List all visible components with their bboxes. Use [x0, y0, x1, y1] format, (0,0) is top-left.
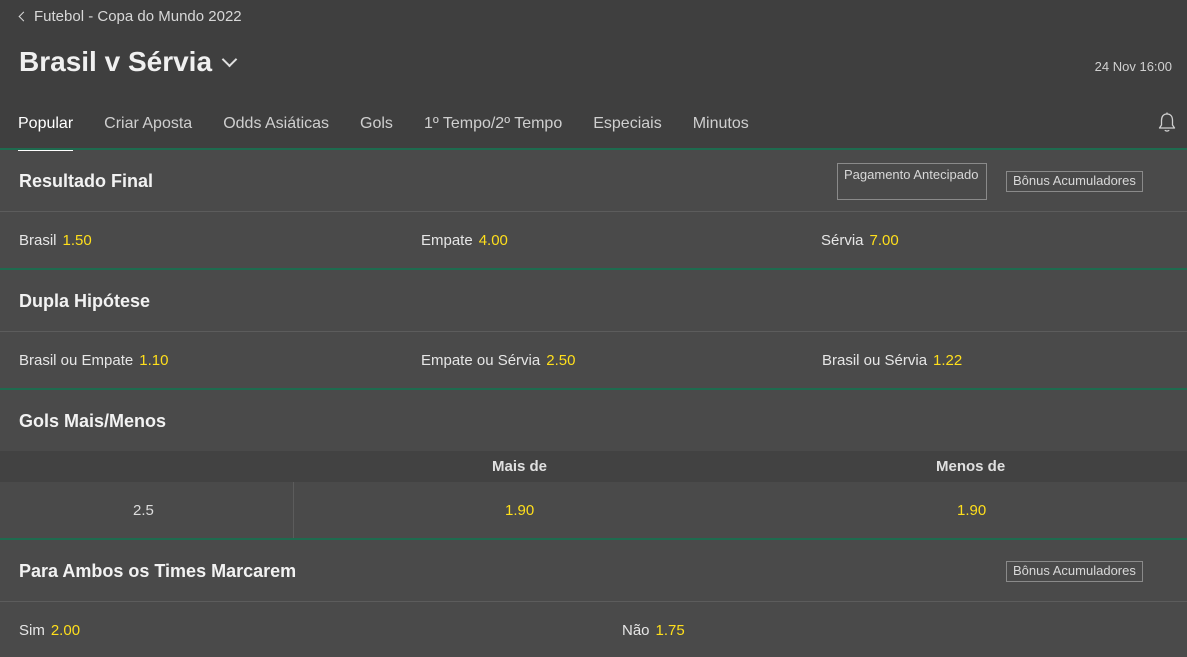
outcome-label: Brasil ou Sérvia: [822, 352, 928, 369]
section-divider: [0, 268, 1187, 270]
tab-primeiro-segundo-tempo[interactable]: 1º Tempo/2º Tempo: [424, 105, 562, 149]
outcome-odd: 2.50: [546, 352, 576, 369]
outcome-empate[interactable]: Empate 4.00: [421, 232, 508, 249]
row-divider: [0, 211, 1187, 212]
match-date: 24 Nov 16:00: [1094, 59, 1172, 74]
column-header-under: Menos de: [936, 458, 1006, 475]
bonus-accumulator-badge[interactable]: Bônus Acumuladores: [1006, 171, 1143, 192]
breadcrumb[interactable]: Futebol - Copa do Mundo 2022: [18, 8, 242, 25]
market-tabs: Popular Criar Aposta Odds Asiáticas Gols…: [0, 105, 762, 151]
bell-icon[interactable]: [1157, 112, 1177, 134]
outcome-label: Não: [622, 622, 650, 639]
breadcrumb-label: Futebol - Copa do Mundo 2022: [34, 8, 242, 25]
outcome-brasil-ou-empate[interactable]: Brasil ou Empate 1.10: [19, 352, 168, 369]
outcome-odd: 1.75: [655, 622, 685, 639]
tab-gols[interactable]: Gols: [360, 105, 393, 149]
outcome-sim[interactable]: Sim 2.00: [19, 622, 80, 639]
match-header: Futebol - Copa do Mundo 2022 Brasil v Sé…: [0, 0, 1187, 151]
outcome-label: Sim: [19, 622, 45, 639]
outcome-label: Sérvia: [821, 232, 864, 249]
section-divider: [0, 148, 1187, 150]
outcome-odd: 1.50: [62, 232, 92, 249]
table-header: Mais de Menos de: [0, 451, 1187, 482]
tab-popular[interactable]: Popular: [18, 105, 74, 151]
outcome-brasil[interactable]: Brasil 1.50: [19, 232, 92, 249]
odd-under[interactable]: 1.90: [957, 502, 986, 519]
column-divider: [293, 482, 294, 538]
outcome-label: Empate ou Sérvia: [421, 352, 541, 369]
match-title[interactable]: Brasil v Sérvia: [19, 46, 238, 78]
bonus-accumulator-badge[interactable]: Bônus Acumuladores: [1006, 561, 1143, 582]
section-divider: [0, 388, 1187, 390]
outcome-label: Empate: [421, 232, 473, 249]
outcome-nao[interactable]: Não 1.75: [622, 622, 685, 639]
outcome-odd: 7.00: [869, 232, 899, 249]
outcome-odd: 1.10: [139, 352, 169, 369]
outcome-label: Brasil: [19, 232, 57, 249]
outcome-odd: 4.00: [478, 232, 508, 249]
market-title-dupla-hipotese: Dupla Hipótese: [19, 291, 151, 311]
section-divider: [0, 538, 1187, 540]
tab-criar-aposta[interactable]: Criar Aposta: [104, 105, 192, 149]
column-header-over: Mais de: [492, 458, 548, 475]
goal-line-value: 2.5: [133, 502, 154, 519]
outcome-label: Brasil ou Empate: [19, 352, 134, 369]
tab-odds-asiaticas[interactable]: Odds Asiáticas: [223, 105, 329, 149]
outcome-odd: 1.22: [933, 352, 963, 369]
outcome-empate-ou-servia[interactable]: Empate ou Sérvia 2.50: [421, 352, 575, 369]
row-divider: [0, 331, 1187, 332]
match-title-text: Brasil v Sérvia: [19, 46, 213, 77]
market-title-gols: Gols Mais/Menos: [19, 411, 167, 431]
market-title-ambos-marcam: Para Ambos os Times Marcarem: [19, 561, 297, 581]
market-title-resultado-final: Resultado Final: [19, 171, 154, 191]
odd-over[interactable]: 1.90: [505, 502, 534, 519]
tab-especiais[interactable]: Especiais: [593, 105, 661, 149]
outcome-servia[interactable]: Sérvia 7.00: [821, 232, 899, 249]
outcome-odd: 2.00: [50, 622, 81, 639]
early-payout-badge[interactable]: Pagamento Antecipado: [837, 163, 987, 200]
chevron-left-icon: [18, 11, 29, 22]
row-divider: [0, 601, 1187, 602]
chevron-down-icon: [221, 51, 238, 67]
outcome-brasil-ou-servia[interactable]: Brasil ou Sérvia 1.22: [822, 352, 962, 369]
tab-minutos[interactable]: Minutos: [693, 105, 749, 149]
